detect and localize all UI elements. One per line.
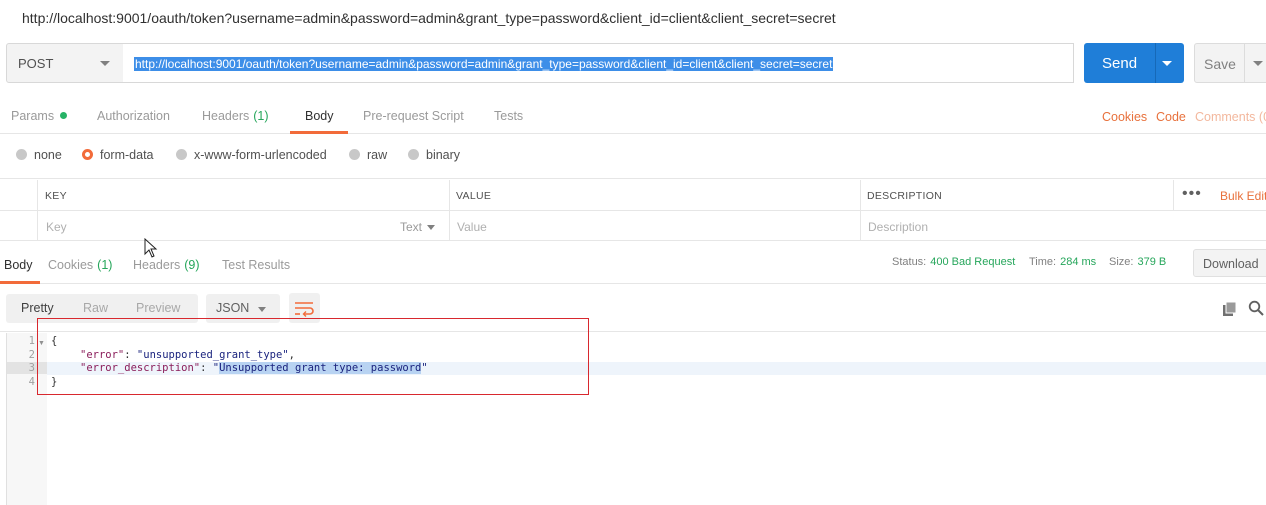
tab-authorization[interactable]: Authorization: [97, 109, 170, 123]
download-label: Download: [1203, 257, 1259, 271]
size-value[interactable]: 379 B: [1137, 256, 1166, 268]
radio-raw[interactable]: raw: [349, 148, 387, 162]
more-options-icon[interactable]: •••: [1182, 185, 1202, 203]
time-readout: Time: 284 ms: [1029, 256, 1096, 268]
send-options-chevron-icon[interactable]: [1162, 61, 1172, 66]
size-readout: Size: 379 B: [1109, 256, 1166, 268]
kv-value-header: VALUE: [456, 190, 492, 202]
code-link[interactable]: Code: [1156, 110, 1186, 124]
resp-tab-cookies[interactable]: Cookies (1): [48, 258, 112, 272]
key-placeholder: Key: [46, 220, 67, 234]
send-divider: [1155, 43, 1156, 83]
tab-tests[interactable]: Tests: [494, 109, 523, 123]
resp-tab-test-results[interactable]: Test Results: [222, 258, 290, 272]
format-label: JSON: [216, 301, 250, 315]
resp-tab-headers[interactable]: Headers (9): [133, 258, 200, 272]
description-placeholder: Description: [868, 220, 929, 234]
window-title: http://localhost:9001/oauth/token?userna…: [22, 10, 836, 26]
view-raw-button[interactable]: Raw: [83, 301, 108, 315]
radio-binary-label: binary: [426, 148, 461, 162]
kv-description-cell[interactable]: Description: [860, 211, 1266, 240]
resp-tab-headers-count: (9): [184, 258, 200, 272]
kv-key-cell[interactable]: Key Text: [37, 211, 449, 240]
view-preview-button[interactable]: Preview: [136, 301, 180, 315]
tab-headers-count: (1): [253, 109, 269, 123]
chevron-down-icon: [100, 61, 110, 66]
request-tabs: Params Authorization Headers (1) Body Pre…: [0, 96, 1266, 134]
save-label: Save: [1204, 56, 1236, 72]
resp-tab-cookies-count: (1): [97, 258, 113, 272]
line-number: 1: [28, 335, 35, 347]
resp-tab-cookies-label: Cookies: [48, 258, 94, 272]
radio-selected-icon: [82, 149, 93, 160]
radio-none[interactable]: none: [16, 148, 62, 162]
params-indicator-dot: [60, 112, 68, 119]
radio-circle-icon: [349, 149, 360, 160]
save-button[interactable]: Save: [1194, 43, 1266, 83]
bulk-edit-link[interactable]: Bulk Edit: [1220, 189, 1266, 203]
active-tab-underline: [290, 131, 348, 134]
response-tabs: Body Cookies (1) Headers (9) Test Results …: [0, 242, 1266, 284]
status-value[interactable]: 400 Bad Request: [930, 256, 1015, 268]
status-label: Status:: [892, 256, 927, 268]
size-label: Size:: [1109, 256, 1134, 268]
radio-raw-label: raw: [367, 148, 388, 162]
key-type-select[interactable]: Text: [400, 220, 436, 234]
time-value[interactable]: 284 ms: [1060, 256, 1096, 268]
tab-params[interactable]: Params: [11, 109, 68, 123]
kv-table-header: KEY VALUE DESCRIPTION ••• Bulk Edit: [0, 180, 1266, 211]
time-label: Time:: [1029, 256, 1057, 268]
tab-body[interactable]: Body: [305, 109, 334, 123]
send-label: Send: [1102, 55, 1138, 72]
kv-key-header: KEY: [45, 190, 67, 202]
chevron-down-icon: [427, 225, 436, 230]
resp-tab-body[interactable]: Body: [4, 258, 33, 272]
tab-headers-label: Headers: [202, 109, 250, 123]
tab-headers[interactable]: Headers (1): [202, 109, 269, 123]
chevron-down-icon: [258, 307, 266, 312]
kv-key-column: KEY: [37, 180, 449, 210]
tab-prerequest-script[interactable]: Pre-request Script: [363, 109, 464, 123]
save-divider: [1244, 44, 1245, 82]
radio-circle-icon: [408, 149, 419, 160]
status-readout: Status: 400 Bad Request: [892, 256, 1015, 268]
radio-none-label: none: [34, 148, 62, 162]
title-bar: http://localhost:9001/oauth/token?userna…: [0, 0, 1266, 36]
send-button[interactable]: Send: [1084, 43, 1184, 83]
radio-form-data[interactable]: form-data: [82, 148, 154, 162]
value-placeholder: Value: [457, 220, 487, 234]
key-type-label: Text: [400, 220, 423, 234]
comments-link[interactable]: Comments (0: [1195, 110, 1266, 124]
kv-value-cell[interactable]: Value: [449, 211, 860, 240]
radio-form-data-label: form-data: [100, 148, 154, 162]
kv-description-header: DESCRIPTION: [867, 190, 943, 202]
copy-icon[interactable]: [1222, 301, 1238, 317]
radio-circle-icon: [16, 149, 27, 160]
save-options-chevron-icon[interactable]: [1253, 61, 1263, 66]
kv-value-column: VALUE: [449, 180, 860, 210]
annotation-highlight-box: [37, 318, 589, 395]
radio-urlencoded-label: x-www-form-urlencoded: [194, 148, 327, 162]
radio-binary[interactable]: binary: [408, 148, 460, 162]
method-select[interactable]: POST: [6, 43, 124, 83]
radio-urlencoded[interactable]: x-www-form-urlencoded: [176, 148, 327, 162]
url-text: http://localhost:9001/oauth/token?userna…: [134, 57, 834, 71]
line-number: 4: [28, 376, 35, 388]
tab-params-label: Params: [11, 109, 55, 123]
view-pretty-button[interactable]: Pretty: [21, 301, 54, 315]
download-button[interactable]: Download: [1193, 249, 1266, 277]
radio-circle-icon: [176, 149, 187, 160]
resp-tab-headers-label: Headers: [133, 258, 181, 272]
line-number: 2: [28, 349, 35, 361]
kv-table-row: Key Text Value Description: [0, 211, 1266, 241]
method-label: POST: [18, 56, 54, 71]
url-input[interactable]: http://localhost:9001/oauth/token?userna…: [123, 43, 1074, 83]
body-mode-options: none form-data x-www-form-urlencoded raw…: [0, 135, 1266, 179]
kv-description-column: DESCRIPTION: [860, 180, 1173, 210]
search-icon[interactable]: [1248, 300, 1264, 316]
cookies-link[interactable]: Cookies: [1102, 110, 1147, 124]
